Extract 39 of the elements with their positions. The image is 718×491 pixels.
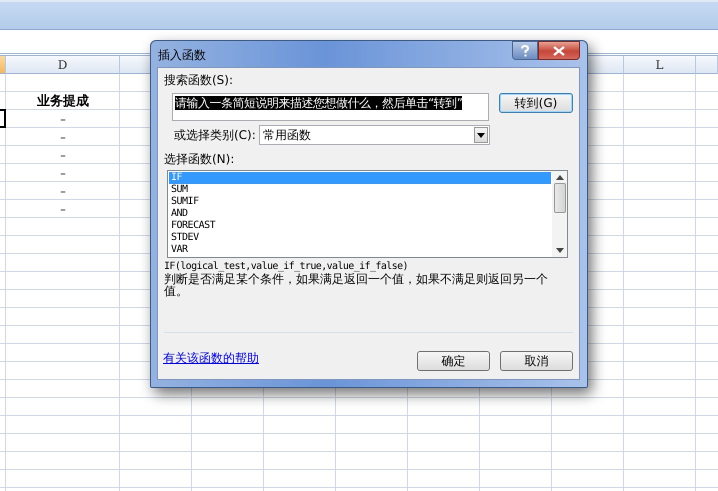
field-label: 选择函数(N): (164, 151, 236, 168)
close-button[interactable] (538, 41, 580, 60)
dropdown-value: 常用函数 (262, 126, 311, 144)
column-header[interactable]: D (6, 56, 120, 74)
field-value: 请输入一条简短说明来描述您想做什么，然后单击“转到” (175, 96, 462, 110)
list-item[interactable]: SUMIF (169, 196, 551, 208)
search-field[interactable]: 请输入一条简短说明来描述您想做什么，然后单击“转到” (172, 93, 489, 121)
table-cell: – (60, 148, 66, 162)
scrollbar[interactable] (552, 171, 567, 257)
table-cell-text: 业务提成 (37, 93, 89, 110)
scroll-down-arrow-icon[interactable] (556, 248, 564, 253)
dialog-button[interactable]: 取消 (500, 351, 573, 371)
dialog-button[interactable]: 确定 (417, 351, 490, 371)
close-icon (553, 46, 565, 56)
down-arrow-icon (476, 132, 485, 138)
help-button[interactable] (512, 41, 538, 60)
go-button[interactable]: 转到(G) (499, 93, 573, 113)
table-cell: – (60, 202, 66, 216)
list-item[interactable]: VAR (169, 244, 551, 256)
function-description: 判断是否满足某个条件，如果满足返回一个值，如果不满足则返回另一个值。 (164, 273, 549, 297)
function-signature: IF(logical_test,value_if_true,value_if_false) (164, 261, 409, 272)
table-cell: – (60, 184, 66, 198)
field-label: 或选择类别(C): (174, 126, 256, 144)
help-link[interactable]: 有关该函数的帮助 (163, 350, 259, 366)
list-item[interactable]: SUM (169, 184, 551, 196)
column-header[interactable]: L (624, 56, 696, 74)
list-item[interactable]: AND (169, 208, 551, 220)
scroll-up-arrow-icon[interactable] (556, 175, 564, 180)
field-label: 搜索函数(S): (164, 72, 234, 89)
list-item[interactable]: FORECAST (169, 220, 551, 232)
category-dropdown[interactable]: 常用函数 (258, 125, 490, 145)
table-cell: – (60, 166, 66, 180)
cell-selection-border (0, 109, 6, 128)
table-cell: – (60, 130, 66, 144)
table-cell: – (60, 112, 66, 126)
list-item[interactable]: STDEV (169, 232, 551, 244)
question-mark-icon (520, 44, 530, 56)
scrollbar-thumb[interactable] (554, 183, 566, 213)
window-title: 插入函数 (157, 47, 206, 64)
